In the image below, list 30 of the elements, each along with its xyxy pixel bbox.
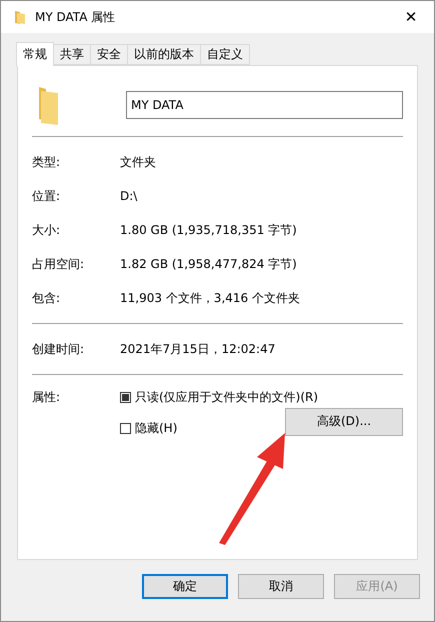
checkbox[interactable] bbox=[120, 423, 131, 434]
property-label: 占用空间: bbox=[32, 256, 86, 272]
property-value: 1.80 GB (1,935,718,351 字节) bbox=[120, 222, 297, 238]
dialog-button[interactable]: 确定 bbox=[142, 574, 228, 599]
advanced-button[interactable]: 高级(D)... bbox=[285, 408, 403, 436]
property-label: 类型: bbox=[32, 154, 62, 170]
checkbox-label: 只读(仅应用于文件夹中的文件)(R) bbox=[135, 389, 318, 406]
property-value: 11,903 个文件，3,416 个文件夹 bbox=[120, 290, 300, 306]
property-label: 属性: bbox=[32, 389, 62, 406]
tab[interactable]: 自定义 bbox=[200, 44, 250, 65]
folder-icon bbox=[15, 10, 25, 24]
checkbox-label: 隐藏(H) bbox=[135, 420, 178, 437]
name-field[interactable]: MY DATA bbox=[126, 91, 403, 119]
dialog-button[interactable]: 取消 bbox=[238, 574, 324, 599]
tab[interactable]: 共享 bbox=[53, 44, 91, 65]
folder-icon bbox=[38, 85, 60, 125]
checkbox[interactable] bbox=[120, 392, 131, 403]
property-label: 包含: bbox=[32, 290, 62, 306]
window-title: MY DATA 属性 bbox=[35, 8, 116, 26]
tab[interactable]: 安全 bbox=[90, 44, 128, 65]
property-value: 2021年7月15日，12:02:47 bbox=[120, 340, 276, 358]
property-label: 大小: bbox=[32, 222, 62, 238]
tab[interactable]: 常规 bbox=[16, 42, 54, 66]
tab[interactable]: 以前的版本 bbox=[127, 44, 201, 65]
property-label: 位置: bbox=[32, 188, 62, 204]
property-value: D:\ bbox=[120, 189, 138, 203]
property-value: 1.82 GB (1,958,477,824 字节) bbox=[120, 256, 297, 272]
property-label: 创建时间: bbox=[32, 340, 86, 358]
property-value: 文件夹 bbox=[120, 154, 156, 170]
close-button[interactable]: ✕ bbox=[388, 1, 434, 33]
